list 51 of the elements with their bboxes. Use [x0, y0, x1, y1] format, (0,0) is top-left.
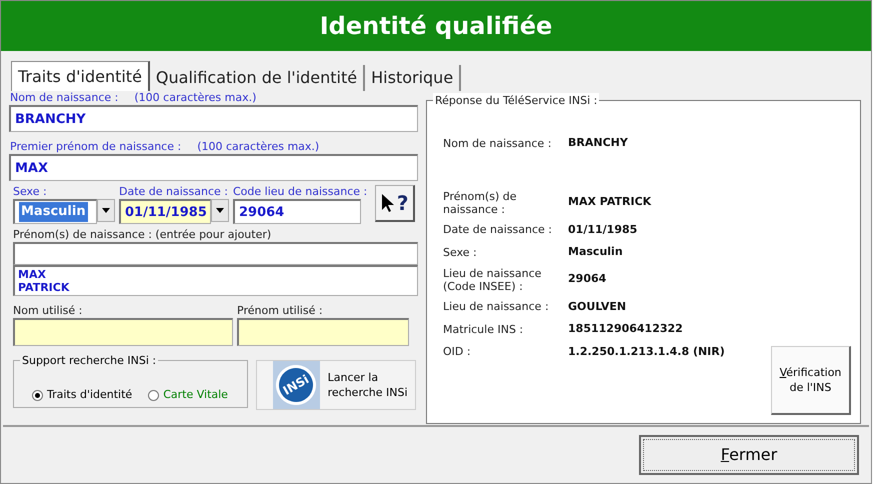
list-item: MAX [18, 268, 47, 281]
caret-icon [216, 208, 224, 213]
group-legend: Support recherche INSi : [20, 353, 158, 370]
input-field[interactable]: 29064 [233, 199, 361, 224]
dropdown-button[interactable] [211, 199, 229, 222]
field-value: GOULVEN [568, 298, 626, 314]
sex-select[interactable]: Masculin [13, 199, 97, 224]
field-label: Lieu de naissance : [443, 300, 550, 314]
input-field[interactable] [13, 242, 418, 265]
group-legend: Réponse du TéléService INSi : [433, 93, 600, 110]
field-label: Date de naissance : [119, 185, 229, 199]
field-label: Lieu de naissance (Code INSEE) : [443, 266, 542, 292]
input-field[interactable] [13, 318, 233, 346]
tab[interactable]: Traits d'identité [11, 61, 150, 91]
field-value: Masculin [19, 202, 88, 222]
list-item: PATRICK [18, 281, 70, 294]
field-value: Masculin [568, 244, 623, 260]
window-title: Identité qualifiée [1, 1, 871, 51]
radio-option[interactable]: Carte Vitale [148, 387, 228, 404]
field-label: Sexe : [13, 185, 48, 199]
field-label: Prénom(s) de naissance : (entrée pour ajouter) [13, 228, 272, 242]
field-label: Nom utilisé : [13, 304, 84, 318]
field-label: OID : [443, 345, 472, 358]
field-label: Matricule INS : [443, 322, 524, 336]
radio-option[interactable]: Traits d'identité [32, 387, 132, 404]
input-field[interactable] [237, 318, 409, 346]
dropdown-button[interactable] [97, 199, 115, 222]
field-label: Nom de naissance : [10, 91, 118, 105]
close-button[interactable]: Fermer [639, 435, 859, 475]
field-value: 29064 [568, 271, 606, 288]
date-field[interactable]: 01/11/1985 [119, 199, 211, 224]
input-field[interactable]: MAX [9, 154, 418, 181]
field-hint: (100 caractères max.) [197, 140, 320, 154]
field-label: Sexe : [443, 246, 478, 259]
field-label: Premier prénom de naissance : [10, 140, 182, 154]
field-label: Date de naissance : [443, 223, 554, 236]
field-value: MAX PATRICK [568, 194, 652, 210]
field-value: BRANCHY [568, 135, 628, 151]
field-label: Prénom utilisé : [237, 304, 324, 318]
input-field[interactable]: BRANCHY [9, 105, 418, 132]
field-value: 01/11/1985 [568, 222, 638, 238]
help-button[interactable]: ? [375, 185, 416, 222]
caret-icon [102, 208, 110, 213]
field-label: Code lieu de naissance : [233, 185, 368, 199]
verify-button[interactable]: Vérification de l'INS [771, 346, 851, 415]
field-label: Nom de naissance : [443, 136, 552, 150]
question-mark: ? [396, 193, 409, 213]
field-value: 1.2.250.1.213.1.4.8 (NIR) [568, 344, 725, 360]
field-hint: (100 caractères max.) [134, 91, 256, 105]
field-value: 185112906412322 [568, 321, 683, 337]
field-label: Prénom(s) de naissance : [443, 190, 518, 216]
